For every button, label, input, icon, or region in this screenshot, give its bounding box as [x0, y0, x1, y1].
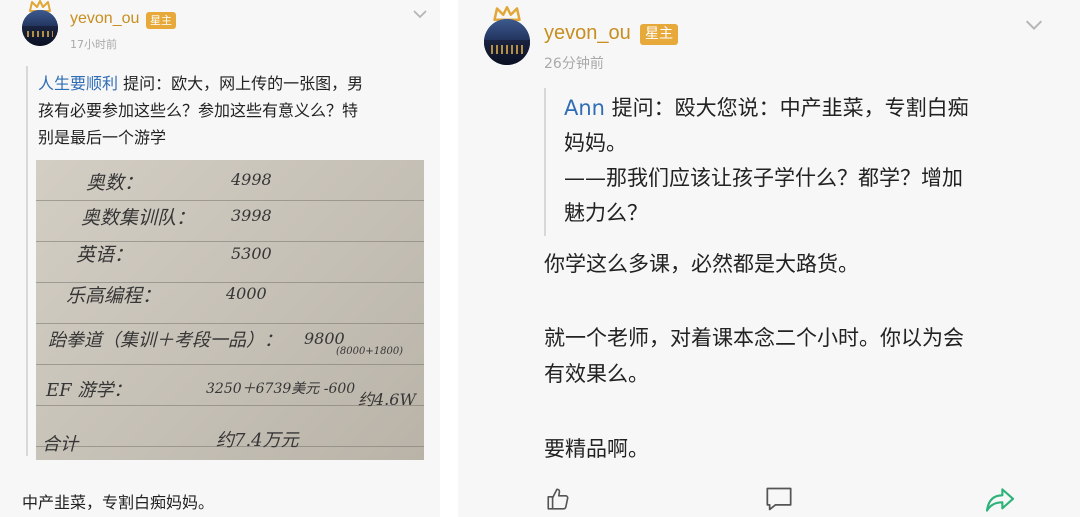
left-avatar[interactable]: [20, 0, 60, 50]
note-aside-total: 约4.6W: [358, 390, 416, 409]
right-answer-p2-line2: 有效果么。: [544, 362, 649, 386]
right-question: Ann 提问：殴大您说：中产韭菜，专割白痴 妈妈。 ——那我们应该让孩子学什么？…: [564, 91, 1074, 231]
right-question-text-4: 魅力么？: [564, 201, 648, 225]
thumbs-up-icon[interactable]: [545, 486, 571, 512]
note-price-6: 3250＋6739美元 -600: [206, 381, 356, 397]
note-item-4: 乐高编程：: [66, 285, 162, 307]
handwritten-price-list-image[interactable]: 奥数： 4998 奥数集训队： 3998 英语： 5300 乐高编程： 4000…: [36, 160, 424, 460]
note-item-5: 跆拳道（集训＋考段一品）：: [48, 330, 282, 351]
right-answer-p2: 就一个老师，对着课本念二个小时。你以为会 有效果么。: [544, 320, 964, 392]
left-question-text-1: 提问：欧大，网上传的一张图，男: [118, 74, 364, 93]
note-item-2: 奥数集训队：: [81, 207, 196, 229]
left-timestamp: 17小时前: [70, 38, 117, 51]
left-username[interactable]: yevon_ou: [70, 10, 139, 28]
right-answer-p3: 要精品啊。: [544, 437, 649, 461]
note-price-2: 3998: [231, 206, 272, 225]
note-price-7: 约7.4万元: [216, 430, 299, 451]
note-price-3: 5300: [231, 244, 272, 263]
right-timestamp: 26分钟前: [544, 56, 604, 72]
left-question-text-2: 孩有必要参加这些么？参加这些有意义么？特: [38, 101, 359, 120]
right-answer-p2-line1: 就一个老师，对着课本念二个小时。你以为会: [544, 326, 964, 350]
right-question-text-1: 提问：殴大您说：中产韭菜，专割白痴: [605, 96, 969, 120]
right-avatar[interactable]: [482, 6, 532, 68]
left-post: yevon_ou 星主 17小时前 人生要顺利 提问：欧大，网上传的一张图，男 …: [0, 0, 440, 517]
right-question-text-3: ——那我们应该让孩子学什么？都学？增加: [564, 166, 963, 190]
right-owner-badge: 星主: [640, 24, 678, 45]
left-question: 人生要顺利 提问：欧大，网上传的一张图，男 孩有必要参加这些么？参加这些有意义么…: [38, 70, 433, 151]
chevron-down-icon[interactable]: [1025, 20, 1043, 31]
right-username[interactable]: yevon_ou: [544, 22, 631, 45]
note-price-4: 4000: [226, 284, 267, 303]
left-answer: 中产韭菜，专割白痴妈妈。: [22, 493, 215, 512]
note-aside-sum: (8000+1800): [336, 346, 404, 357]
right-question-author[interactable]: Ann: [564, 96, 605, 120]
left-question-author[interactable]: 人生要顺利: [38, 74, 118, 93]
note-item-1: 奥数：: [86, 172, 144, 194]
panel-divider: [440, 0, 458, 517]
note-item-6: EF 游学：: [46, 380, 132, 401]
right-question-text-2: 妈妈。: [564, 131, 627, 155]
chevron-down-icon[interactable]: [413, 10, 427, 19]
note-price-1: 4998: [231, 170, 272, 189]
left-question-text-3: 别是最后一个游学: [38, 128, 167, 147]
right-answer-p1: 你学这么多课，必然都是大路货。: [544, 252, 859, 276]
right-post: yevon_ou 星主 26分钟前 Ann 提问：殴大您说：中产韭菜，专割白痴 …: [458, 0, 1080, 517]
left-owner-badge: 星主: [146, 12, 176, 29]
note-item-7: 合计: [42, 434, 78, 455]
note-item-3: 英语：: [76, 244, 134, 266]
comment-icon[interactable]: [765, 486, 793, 512]
share-arrow-icon[interactable]: [984, 487, 1016, 513]
